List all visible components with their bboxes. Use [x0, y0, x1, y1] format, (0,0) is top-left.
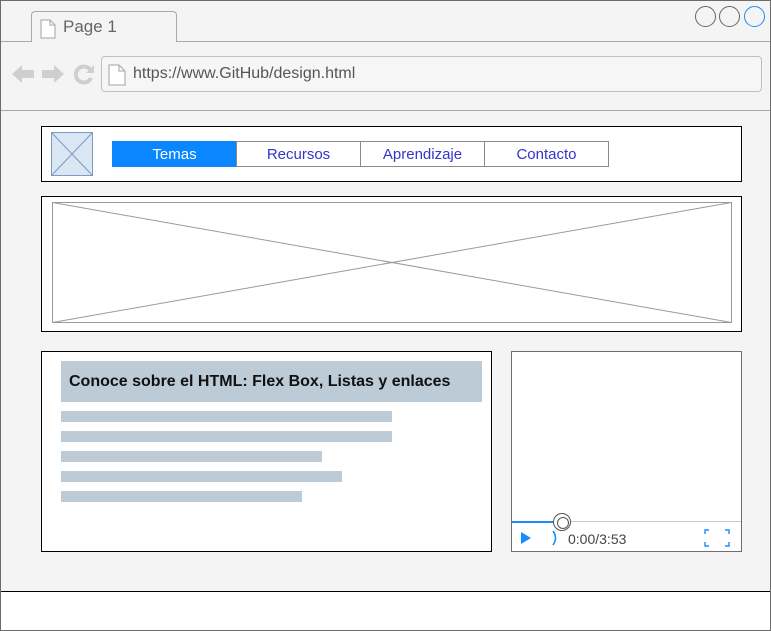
maximize-button[interactable] — [719, 6, 740, 27]
document-icon — [40, 19, 56, 39]
url-text: https://www.GitHub/design.html — [133, 65, 356, 82]
video-time: 0:00/3:53 — [568, 531, 627, 547]
image-placeholder-icon — [51, 132, 93, 176]
nav-item-temas[interactable]: Temas — [112, 141, 237, 167]
minimize-button[interactable] — [695, 6, 716, 27]
tab-label: Page 1 — [63, 17, 117, 36]
back-arrow-icon[interactable] — [11, 63, 35, 85]
text-placeholder-line — [61, 411, 392, 422]
nav-item-aprendizaje[interactable]: Aprendizaje — [360, 141, 485, 167]
toolbar-divider — [1, 110, 770, 111]
image-placeholder-icon — [52, 202, 732, 323]
site-navbar: Temas Recursos Aprendizaje Contacto — [41, 126, 742, 182]
volume-icon[interactable] — [550, 529, 560, 547]
play-icon[interactable] — [520, 531, 532, 545]
close-button[interactable] — [744, 6, 765, 27]
address-bar[interactable]: https://www.GitHub/design.html — [101, 56, 762, 92]
text-placeholder-line — [61, 471, 342, 482]
text-placeholder-line — [61, 431, 392, 442]
fullscreen-icon[interactable] — [704, 529, 730, 547]
nav-item-recursos[interactable]: Recursos — [236, 141, 361, 167]
nav-item-contacto[interactable]: Contacto — [484, 141, 609, 167]
reload-icon[interactable] — [72, 63, 96, 85]
browser-window: Page 1 https://www.GitHub/design.html Te… — [0, 0, 771, 631]
article-title: Conoce sobre el HTML: Flex Box, Listas y… — [61, 361, 482, 402]
browser-tab[interactable]: Page 1 — [31, 11, 177, 42]
active-tab-gap — [32, 41, 176, 42]
video-player[interactable]: 0:00/3:53 — [511, 351, 742, 552]
forward-arrow-icon[interactable] — [41, 63, 65, 85]
document-icon — [108, 64, 126, 86]
text-placeholder-line — [61, 451, 322, 462]
article-card: Conoce sobre el HTML: Flex Box, Listas y… — [41, 351, 492, 552]
nav-menu: Temas Recursos Aprendizaje Contacto — [112, 141, 609, 167]
page-footer — [1, 591, 770, 630]
text-placeholder-line — [61, 491, 302, 502]
hero-banner — [41, 196, 742, 332]
